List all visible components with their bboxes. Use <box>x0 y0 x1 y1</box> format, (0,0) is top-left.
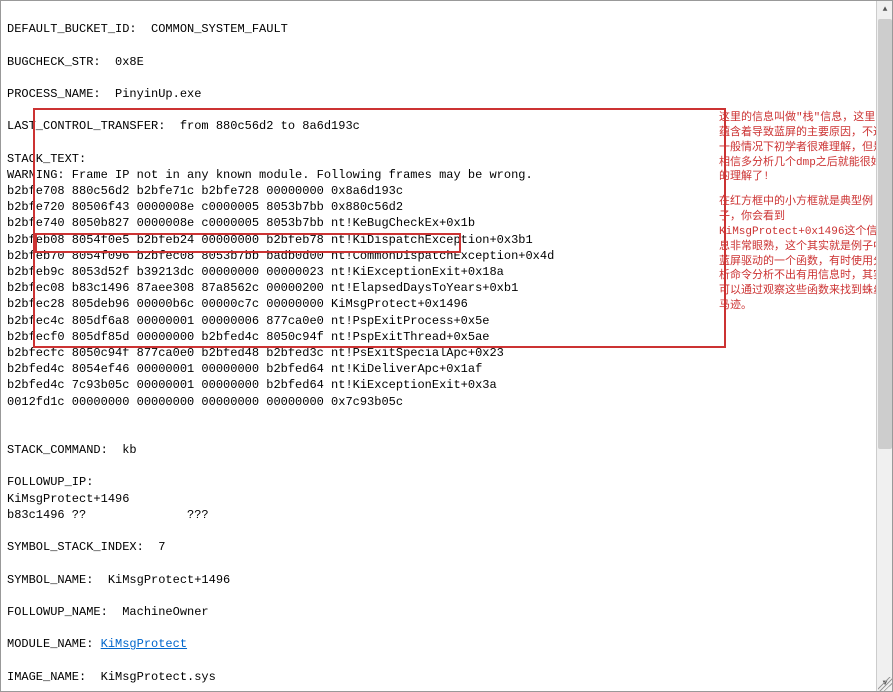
resize-grip-icon[interactable] <box>878 677 892 691</box>
followup-ip-line: KiMsgProtect+1496 <box>7 492 129 506</box>
followup-name: FOLLOWUP_NAME: MachineOwner <box>7 605 209 619</box>
scroll-thumb[interactable] <box>878 19 892 449</box>
image-name: IMAGE_NAME: KiMsgProtect.sys <box>7 670 216 684</box>
bugcheck-str: BUGCHECK_STR: 0x8E <box>7 55 144 69</box>
annotation-paragraph: 这里的信息叫做"栈"信息，这里蕴含着导致蓝屏的主要原因，不过一般情况下初学者很难… <box>719 111 886 185</box>
highlight-frame-large <box>33 108 726 348</box>
scroll-up-button[interactable]: ▲ <box>877 1 893 17</box>
stack-line: b2bfed4c 8054ef46 00000001 00000000 b2bf… <box>7 362 482 376</box>
stack-command: STACK_COMMAND: kb <box>7 443 137 457</box>
followup-ip-line: b83c1496 ?? ??? <box>7 508 209 522</box>
vertical-scrollbar[interactable]: ▲ ▼ <box>876 1 892 691</box>
default-bucket-id: DEFAULT_BUCKET_ID: COMMON_SYSTEM_FAULT <box>7 22 288 36</box>
symbol-stack-index: SYMBOL_STACK_INDEX: 7 <box>7 540 165 554</box>
highlight-frame-small <box>35 233 461 253</box>
annotation-paragraph: 在红方框中的小方框就是典型例子，你会看到KiMsgProtect+0x1496这… <box>719 195 886 314</box>
followup-ip-label: FOLLOWUP_IP: <box>7 475 93 489</box>
stack-line: b2bfecfc 8050c94f 877ca0e0 b2bfed48 b2bf… <box>7 346 504 360</box>
stack-line: b2bfed4c 7c93b05c 00000001 00000000 b2bf… <box>7 378 497 392</box>
symbol-name: SYMBOL_NAME: KiMsgProtect+1496 <box>7 573 230 587</box>
annotation-panel: 这里的信息叫做"栈"信息，这里蕴含着导致蓝屏的主要原因，不过一般情况下初学者很难… <box>717 1 892 691</box>
process-name: PROCESS_NAME: PinyinUp.exe <box>7 87 201 101</box>
stack-line: 0012fd1c 00000000 00000000 00000000 0000… <box>7 395 403 409</box>
module-name-link[interactable]: KiMsgProtect <box>101 637 187 651</box>
module-name-label: MODULE_NAME: <box>7 637 101 651</box>
